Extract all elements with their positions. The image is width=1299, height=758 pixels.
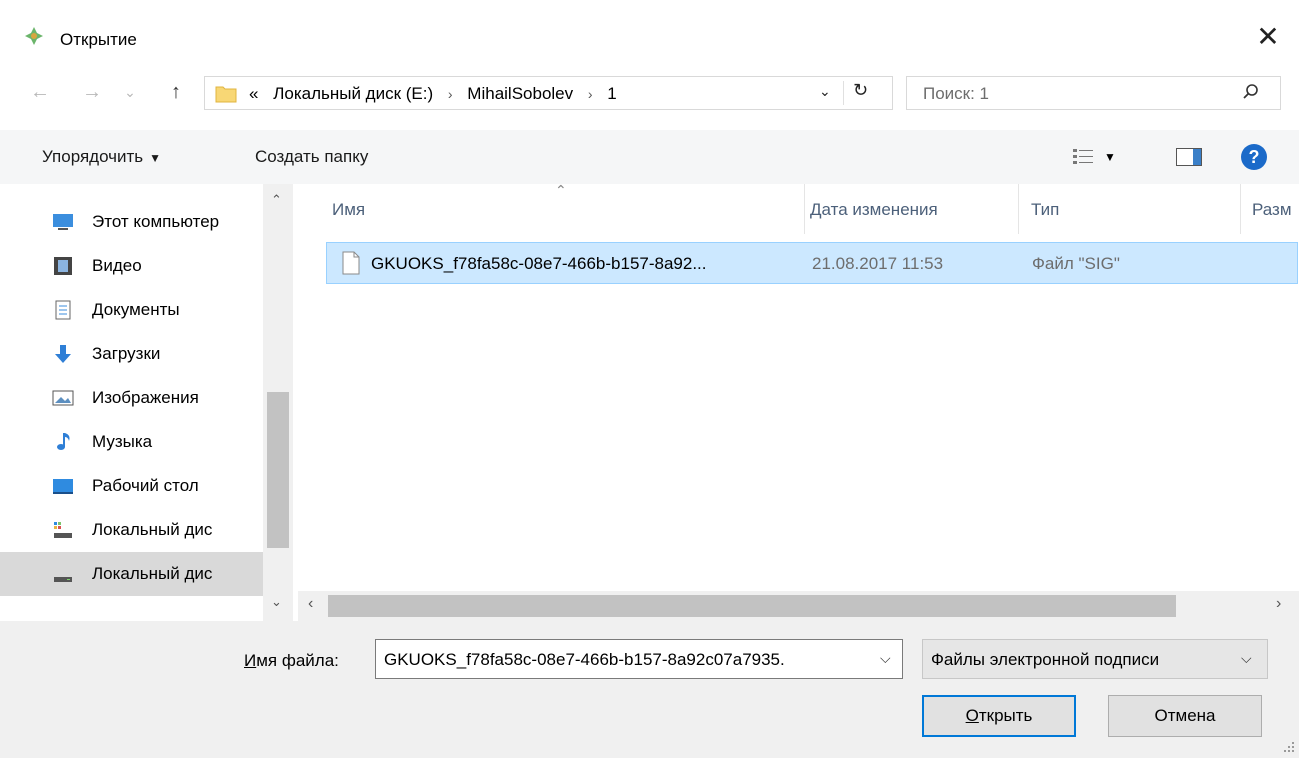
column-header-name[interactable]: Имя	[332, 200, 365, 220]
address-dropdown-button[interactable]: ⌄	[819, 83, 831, 100]
chevron-down-icon: ▼	[149, 151, 162, 165]
sidebar-item-local-disk-2[interactable]: Локальный дис	[0, 552, 263, 596]
dialog-footer: Имя файла: GKUOKS_f78fa58c-08e7-466b-b15…	[0, 621, 1299, 758]
organize-button[interactable]: Упорядочить ▼	[42, 147, 161, 167]
file-date: 21.08.2017 11:53	[812, 254, 944, 273]
breadcrumb-item-current[interactable]: 1	[607, 84, 616, 103]
column-header-size[interactable]: Разм	[1252, 200, 1292, 220]
scroll-right-icon[interactable]: ›	[1276, 595, 1281, 613]
breadcrumb-separator[interactable]: ›	[588, 86, 593, 102]
open-button[interactable]: Открыть	[922, 695, 1076, 737]
recent-locations-button[interactable]: ⌄	[118, 80, 142, 104]
sidebar-item-downloads[interactable]: Загрузки	[0, 332, 263, 376]
breadcrumb-item-drive[interactable]: Локальный диск (E:)	[273, 84, 433, 103]
sidebar-item-label: Загрузки	[92, 344, 161, 363]
file-type-filter-select[interactable]: Файлы электронной подписи ⌵	[922, 639, 1268, 679]
search-placeholder: Поиск: 1	[923, 84, 990, 103]
column-header-date[interactable]: Дата изменения	[810, 200, 938, 220]
sidebar-item-label: Документы	[92, 300, 180, 319]
filename-input[interactable]: GKUOKS_f78fa58c-08e7-466b-b157-8a92c07a7…	[375, 639, 903, 679]
command-bar: Упорядочить ▼ Создать папку ▼ ?	[0, 130, 1299, 184]
help-icon[interactable]: ?	[1241, 144, 1267, 170]
sidebar-item-label: Локальный дис	[92, 520, 213, 539]
resize-grip-icon[interactable]	[1281, 739, 1295, 753]
documents-icon	[55, 300, 71, 320]
breadcrumb-overflow[interactable]: «	[249, 84, 258, 103]
pictures-icon	[52, 390, 74, 406]
cancel-button[interactable]: Отмена	[1108, 695, 1262, 737]
chevron-down-icon: ⌵	[1241, 650, 1252, 666]
scroll-up-icon[interactable]: ⌃	[271, 192, 282, 208]
sidebar-item-label: Этот компьютер	[92, 212, 220, 231]
sidebar-item-desktop[interactable]: Рабочий стол	[0, 464, 263, 508]
file-name: GKUOKS_f78fa58c-08e7-466b-b157-8a92...	[371, 254, 707, 273]
chevron-down-icon[interactable]: ⌵	[880, 650, 891, 667]
drive-icon	[54, 522, 72, 538]
breadcrumb-item-folder[interactable]: MihailSobolev	[467, 84, 573, 103]
search-input[interactable]: Поиск: 1	[906, 76, 1281, 110]
title-bar: Открытие ✕	[0, 0, 1299, 60]
video-icon	[54, 257, 72, 275]
file-icon	[342, 251, 360, 275]
sidebar-item-label: Локальный дис	[92, 564, 213, 583]
breadcrumb: « Локальный диск (E:) › MihailSobolev › …	[249, 84, 617, 104]
column-header-type[interactable]: Тип	[1031, 200, 1059, 220]
column-divider[interactable]	[1240, 184, 1241, 234]
desktop-icon	[53, 479, 73, 494]
sidebar-scrollbar[interactable]: ⌃ ⌄	[263, 184, 293, 621]
navigation-bar: ← → ⌄ ↑ « Локальный диск (E:) › MihailSo…	[0, 66, 1299, 116]
file-list: ⌃ Имя Дата изменения Тип Разм GKUOKS_f78…	[298, 184, 1299, 621]
sidebar-item-this-pc[interactable]: Этот компьютер	[0, 200, 263, 244]
sidebar-item-label: Видео	[92, 256, 142, 275]
forward-button[interactable]: →	[80, 80, 104, 104]
column-divider[interactable]	[1018, 184, 1019, 234]
close-button[interactable]: ✕	[1253, 22, 1283, 52]
scroll-down-icon[interactable]: ⌄	[271, 594, 282, 610]
sidebar-item-label: Изображения	[92, 388, 199, 407]
new-folder-button[interactable]: Создать папку	[255, 147, 368, 167]
sort-ascending-icon: ⌃	[555, 184, 567, 198]
scroll-left-icon[interactable]: ‹	[308, 595, 313, 613]
computer-icon	[53, 214, 73, 230]
sidebar-item-video[interactable]: Видео	[0, 244, 263, 288]
file-type-filter-value: Файлы электронной подписи	[931, 650, 1160, 669]
file-list-scrollbar[interactable]: ‹ ›	[298, 591, 1299, 621]
view-options-caret[interactable]: ▼	[1104, 150, 1116, 164]
sidebar-item-pictures[interactable]: Изображения	[0, 376, 263, 420]
sidebar-item-label: Рабочий стол	[92, 476, 199, 495]
navigation-pane: Этот компьютер Видео Документы Загрузки …	[0, 184, 298, 621]
refresh-button[interactable]: ↻	[853, 80, 868, 101]
window-title: Открытие	[60, 30, 137, 49]
music-icon	[57, 433, 70, 450]
file-type: Файл "SIG"	[1032, 254, 1120, 273]
app-icon	[25, 27, 43, 45]
filename-value: GKUOKS_f78fa58c-08e7-466b-b157-8a92c07a7…	[384, 650, 785, 669]
sidebar-item-label: Музыка	[92, 432, 153, 451]
back-button[interactable]: ←	[28, 80, 52, 104]
up-button[interactable]: ↑	[164, 80, 188, 104]
view-options-icon[interactable]	[1072, 148, 1094, 166]
folder-icon	[215, 86, 237, 103]
file-row[interactable]: GKUOKS_f78fa58c-08e7-466b-b157-8a92... 2…	[326, 242, 1298, 284]
search-icon	[1243, 84, 1258, 99]
column-divider[interactable]	[804, 184, 805, 234]
drive-icon	[54, 577, 72, 582]
address-divider	[843, 81, 844, 105]
file-list-scrollbar-thumb[interactable]	[328, 595, 1176, 617]
sidebar-scrollbar-thumb[interactable]	[267, 392, 289, 548]
preview-pane-icon[interactable]	[1176, 148, 1202, 166]
organize-label: Упорядочить	[42, 147, 144, 166]
filename-label: Имя файла:	[244, 651, 339, 670]
address-bar[interactable]: « Локальный диск (E:) › MihailSobolev › …	[204, 76, 893, 110]
breadcrumb-separator[interactable]: ›	[448, 86, 453, 102]
sidebar-item-music[interactable]: Музыка	[0, 420, 263, 464]
sidebar-item-documents[interactable]: Документы	[0, 288, 263, 332]
sidebar-item-local-disk-1[interactable]: Локальный дис	[0, 508, 263, 552]
downloads-icon	[55, 345, 71, 363]
